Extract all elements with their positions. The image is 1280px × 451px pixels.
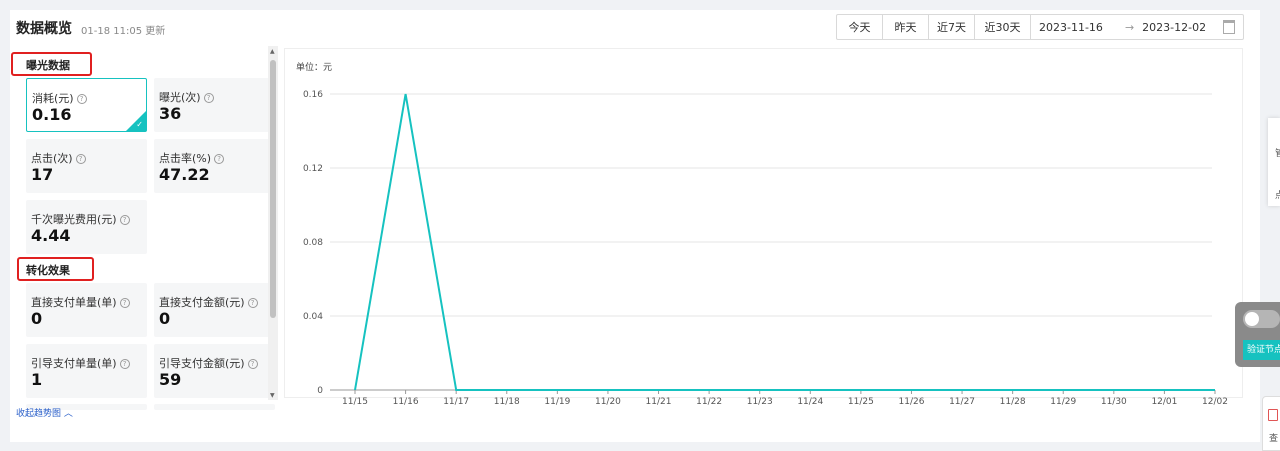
corner-widget[interactable]: 查 [1262, 396, 1280, 451]
x-tick-label: 11/20 [595, 397, 621, 407]
y-tick-label: 0 [317, 386, 323, 396]
y-tick-label: 0.08 [303, 238, 323, 248]
x-tick-label: 11/30 [1101, 397, 1127, 407]
verify-node-button[interactable]: 验证节点 [1243, 340, 1280, 360]
y-tick-label: 0.04 [303, 312, 323, 322]
x-tick-label: 11/23 [747, 397, 773, 407]
side-panel[interactable]: 管 点 [1268, 118, 1280, 206]
toggle-knob [1245, 312, 1259, 326]
side-text-1: 管 [1275, 149, 1280, 159]
x-tick-label: 11/21 [646, 397, 672, 407]
x-tick-label: 11/18 [494, 397, 520, 407]
x-tick-label: 11/17 [443, 397, 469, 407]
x-tick-label: 11/25 [848, 397, 874, 407]
x-tick-label: 11/15 [342, 397, 368, 407]
x-tick-label: 12/02 [1202, 397, 1228, 407]
x-tick-label: 11/19 [544, 397, 570, 407]
y-tick-label: 0.16 [303, 90, 323, 100]
x-tick-label: 11/27 [949, 397, 975, 407]
corner-widget-text: 查 [1269, 434, 1279, 444]
side-text-2: 点 [1275, 191, 1280, 201]
verify-toggle[interactable] [1243, 310, 1280, 328]
x-tick-label: 11/26 [899, 397, 925, 407]
y-tick-label: 0.12 [303, 164, 323, 174]
x-tick-label: 11/24 [797, 397, 823, 407]
x-tick-label: 12/01 [1151, 397, 1177, 407]
verify-float-panel: 验证节点 [1235, 302, 1280, 367]
trend-chart: 0 0.04 0.08 0.12 0.16 11/15 11/16 11/17 11/18 11/… [303, 90, 1228, 407]
document-icon [1268, 409, 1278, 421]
x-tick-label: 11/28 [1000, 397, 1026, 407]
x-tick-label: 11/16 [393, 397, 419, 407]
x-tick-label: 11/22 [696, 397, 722, 407]
x-tick-label: 11/29 [1050, 397, 1076, 407]
